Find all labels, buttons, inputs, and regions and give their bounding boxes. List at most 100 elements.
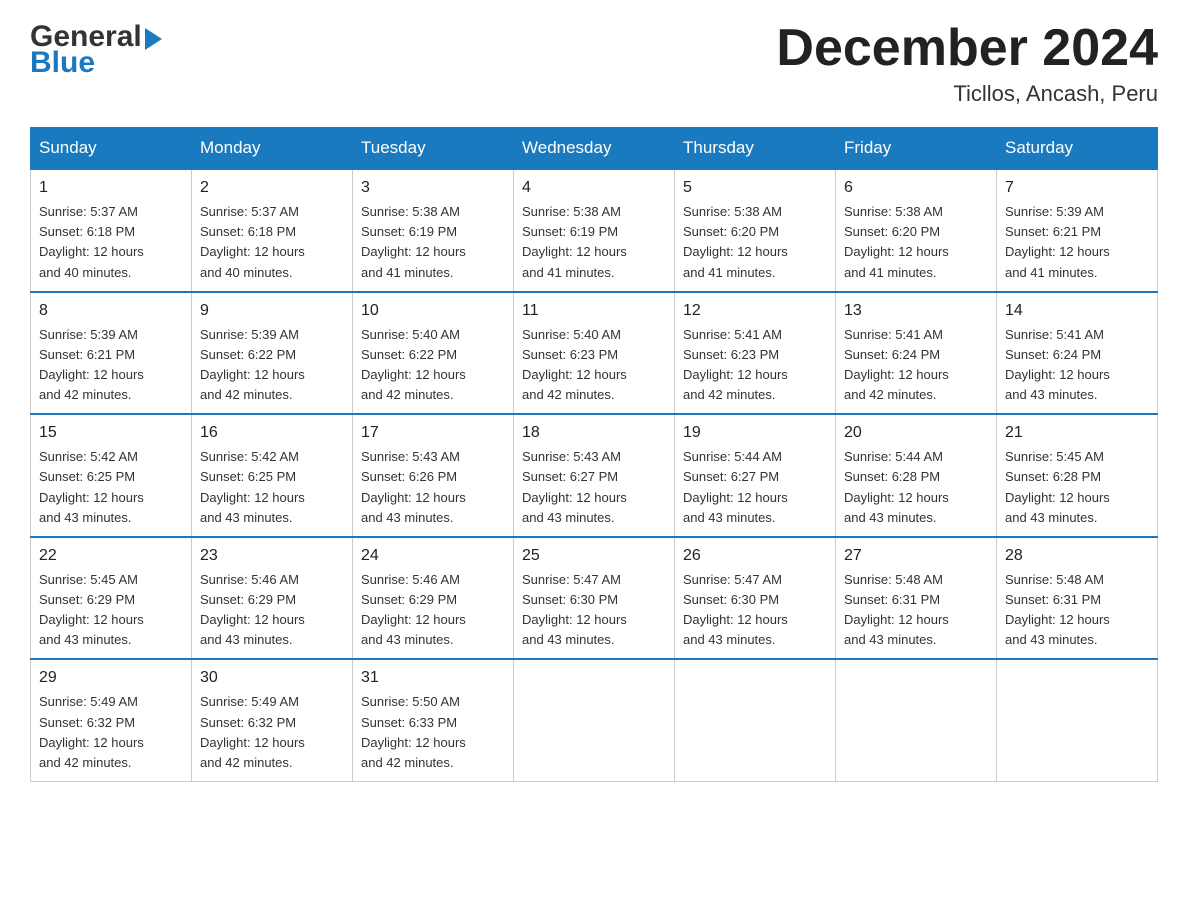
- day-number: 8: [39, 299, 183, 323]
- column-header-wednesday: Wednesday: [514, 128, 675, 170]
- day-info: Sunrise: 5:50 AMSunset: 6:33 PMDaylight:…: [361, 694, 466, 769]
- day-info: Sunrise: 5:37 AMSunset: 6:18 PMDaylight:…: [39, 204, 144, 279]
- column-header-sunday: Sunday: [31, 128, 192, 170]
- calendar-cell: 19 Sunrise: 5:44 AMSunset: 6:27 PMDayligh…: [675, 414, 836, 537]
- logo: General Blue: [30, 20, 162, 80]
- day-number: 28: [1005, 544, 1149, 568]
- day-number: 24: [361, 544, 505, 568]
- day-info: Sunrise: 5:44 AMSunset: 6:28 PMDaylight:…: [844, 449, 949, 524]
- day-number: 31: [361, 666, 505, 690]
- day-info: Sunrise: 5:41 AMSunset: 6:24 PMDaylight:…: [844, 327, 949, 402]
- title-area: December 2024 Ticllos, Ancash, Peru: [776, 20, 1158, 107]
- day-number: 30: [200, 666, 344, 690]
- calendar-cell: 9 Sunrise: 5:39 AMSunset: 6:22 PMDaylight…: [192, 292, 353, 415]
- calendar-cell: 26Sunrise: 5:47 AMSunset: 6:30 PMDayligh…: [675, 537, 836, 660]
- day-info: Sunrise: 5:38 AMSunset: 6:19 PMDaylight:…: [522, 204, 627, 279]
- day-number: 27: [844, 544, 988, 568]
- logo-blue-text: Blue: [30, 46, 95, 80]
- column-header-friday: Friday: [836, 128, 997, 170]
- calendar-week-row: 1 Sunrise: 5:37 AMSunset: 6:18 PMDaylight…: [31, 169, 1158, 292]
- calendar-cell: 14 Sunrise: 5:41 AMSunset: 6:24 PMDayligh…: [997, 292, 1158, 415]
- calendar-cell: 6 Sunrise: 5:38 AMSunset: 6:20 PMDaylight…: [836, 169, 997, 292]
- day-number: 26: [683, 544, 827, 568]
- calendar-cell: 17Sunrise: 5:43 AMSunset: 6:26 PMDayligh…: [353, 414, 514, 537]
- day-info: Sunrise: 5:40 AMSunset: 6:22 PMDaylight:…: [361, 327, 466, 402]
- day-number: 4: [522, 176, 666, 200]
- calendar-cell: 30 Sunrise: 5:49 AMSunset: 6:32 PMDayligh…: [192, 659, 353, 781]
- day-number: 1: [39, 176, 183, 200]
- day-number: 12: [683, 299, 827, 323]
- day-info: Sunrise: 5:38 AMSunset: 6:20 PMDaylight:…: [844, 204, 949, 279]
- calendar-subtitle: Ticllos, Ancash, Peru: [776, 81, 1158, 107]
- day-number: 21: [1005, 421, 1149, 445]
- day-number: 17: [361, 421, 505, 445]
- day-number: 29: [39, 666, 183, 690]
- day-number: 25: [522, 544, 666, 568]
- day-info: Sunrise: 5:38 AMSunset: 6:20 PMDaylight:…: [683, 204, 788, 279]
- calendar-table: SundayMondayTuesdayWednesdayThursdayFrid…: [30, 127, 1158, 782]
- calendar-cell: [997, 659, 1158, 781]
- column-header-thursday: Thursday: [675, 128, 836, 170]
- day-number: 6: [844, 176, 988, 200]
- calendar-week-row: 8 Sunrise: 5:39 AMSunset: 6:21 PMDaylight…: [31, 292, 1158, 415]
- day-info: Sunrise: 5:39 AMSunset: 6:21 PMDaylight:…: [39, 327, 144, 402]
- calendar-cell: 3 Sunrise: 5:38 AMSunset: 6:19 PMDaylight…: [353, 169, 514, 292]
- day-info: Sunrise: 5:48 AMSunset: 6:31 PMDaylight:…: [844, 572, 949, 647]
- page-header: General Blue December 2024 Ticllos, Anca…: [30, 20, 1158, 107]
- column-header-tuesday: Tuesday: [353, 128, 514, 170]
- day-number: 19: [683, 421, 827, 445]
- calendar-cell: 18 Sunrise: 5:43 AMSunset: 6:27 PMDayligh…: [514, 414, 675, 537]
- day-number: 22: [39, 544, 183, 568]
- day-info: Sunrise: 5:41 AMSunset: 6:24 PMDaylight:…: [1005, 327, 1110, 402]
- day-info: Sunrise: 5:39 AMSunset: 6:21 PMDaylight:…: [1005, 204, 1110, 279]
- calendar-cell: 31 Sunrise: 5:50 AMSunset: 6:33 PMDayligh…: [353, 659, 514, 781]
- logo-arrow-icon: [145, 28, 162, 50]
- calendar-cell: 13 Sunrise: 5:41 AMSunset: 6:24 PMDayligh…: [836, 292, 997, 415]
- day-info: Sunrise: 5:40 AMSunset: 6:23 PMDaylight:…: [522, 327, 627, 402]
- day-number: 7: [1005, 176, 1149, 200]
- day-number: 5: [683, 176, 827, 200]
- calendar-week-row: 15 Sunrise: 5:42 AMSunset: 6:25 PMDayligh…: [31, 414, 1158, 537]
- day-info: Sunrise: 5:44 AMSunset: 6:27 PMDaylight:…: [683, 449, 788, 524]
- calendar-cell: 28Sunrise: 5:48 AMSunset: 6:31 PMDayligh…: [997, 537, 1158, 660]
- calendar-cell: 21 Sunrise: 5:45 AMSunset: 6:28 PMDayligh…: [997, 414, 1158, 537]
- calendar-cell: [675, 659, 836, 781]
- day-info: Sunrise: 5:49 AMSunset: 6:32 PMDaylight:…: [200, 694, 305, 769]
- column-header-monday: Monday: [192, 128, 353, 170]
- calendar-cell: 16Sunrise: 5:42 AMSunset: 6:25 PMDayligh…: [192, 414, 353, 537]
- calendar-cell: 12 Sunrise: 5:41 AMSunset: 6:23 PMDayligh…: [675, 292, 836, 415]
- day-info: Sunrise: 5:38 AMSunset: 6:19 PMDaylight:…: [361, 204, 466, 279]
- day-info: Sunrise: 5:42 AMSunset: 6:25 PMDaylight:…: [39, 449, 144, 524]
- day-info: Sunrise: 5:41 AMSunset: 6:23 PMDaylight:…: [683, 327, 788, 402]
- calendar-cell: 27 Sunrise: 5:48 AMSunset: 6:31 PMDayligh…: [836, 537, 997, 660]
- day-number: 9: [200, 299, 344, 323]
- calendar-cell: 29Sunrise: 5:49 AMSunset: 6:32 PMDayligh…: [31, 659, 192, 781]
- calendar-cell: 1 Sunrise: 5:37 AMSunset: 6:18 PMDaylight…: [31, 169, 192, 292]
- calendar-week-row: 29 Sunrise: 5:49 AMSunset: 6:32 PMDayligh…: [31, 659, 1158, 781]
- calendar-cell: 22 Sunrise: 5:45 AMSunset: 6:29 PMDayligh…: [31, 537, 192, 660]
- calendar-cell: 23Sunrise: 5:46 AMSunset: 6:29 PMDayligh…: [192, 537, 353, 660]
- day-info: Sunrise: 5:46 AMSunset: 6:29 PMDaylight:…: [361, 572, 466, 647]
- day-info: Sunrise: 5:47 AMSunset: 6:30 PMDaylight:…: [522, 572, 627, 647]
- calendar-cell: 8 Sunrise: 5:39 AMSunset: 6:21 PMDaylight…: [31, 292, 192, 415]
- calendar-header-row: SundayMondayTuesdayWednesdayThursdayFrid…: [31, 128, 1158, 170]
- calendar-title: December 2024: [776, 20, 1158, 77]
- calendar-cell: 5 Sunrise: 5:38 AMSunset: 6:20 PMDaylight…: [675, 169, 836, 292]
- day-number: 11: [522, 299, 666, 323]
- calendar-cell: 4 Sunrise: 5:38 AMSunset: 6:19 PMDaylight…: [514, 169, 675, 292]
- calendar-cell: 15 Sunrise: 5:42 AMSunset: 6:25 PMDayligh…: [31, 414, 192, 537]
- day-number: 16: [200, 421, 344, 445]
- day-number: 13: [844, 299, 988, 323]
- day-number: 15: [39, 421, 183, 445]
- day-info: Sunrise: 5:45 AMSunset: 6:29 PMDaylight:…: [39, 572, 144, 647]
- day-info: Sunrise: 5:39 AMSunset: 6:22 PMDaylight:…: [200, 327, 305, 402]
- day-number: 18: [522, 421, 666, 445]
- day-info: Sunrise: 5:46 AMSunset: 6:29 PMDaylight:…: [200, 572, 305, 647]
- calendar-week-row: 22 Sunrise: 5:45 AMSunset: 6:29 PMDayligh…: [31, 537, 1158, 660]
- day-info: Sunrise: 5:43 AMSunset: 6:27 PMDaylight:…: [522, 449, 627, 524]
- day-number: 3: [361, 176, 505, 200]
- day-number: 14: [1005, 299, 1149, 323]
- day-info: Sunrise: 5:45 AMSunset: 6:28 PMDaylight:…: [1005, 449, 1110, 524]
- calendar-cell: [836, 659, 997, 781]
- calendar-cell: 25 Sunrise: 5:47 AMSunset: 6:30 PMDayligh…: [514, 537, 675, 660]
